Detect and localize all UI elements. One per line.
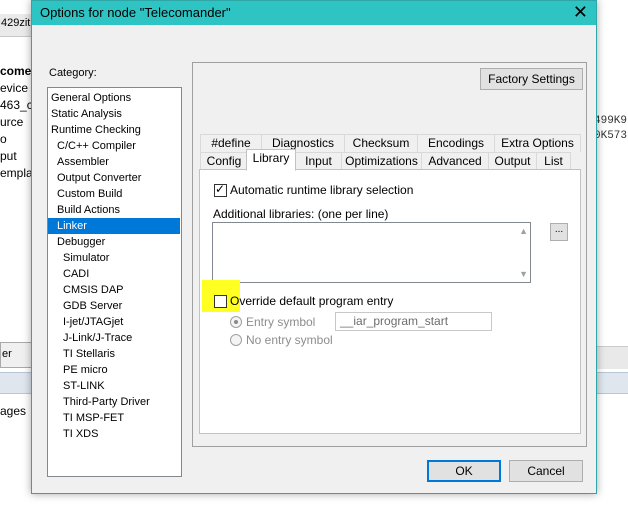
tab-input[interactable]: Input	[295, 152, 342, 170]
scroll-down-icon[interactable]: ▼	[519, 269, 528, 279]
dialog-title: Options for node "Telecomander"	[40, 5, 231, 20]
background-right-bar	[596, 346, 628, 369]
category-item[interactable]: PE micro	[48, 362, 194, 378]
category-item[interactable]: TI Stellaris	[48, 346, 194, 362]
background-line: ages	[0, 404, 27, 418]
tab-output[interactable]: Output	[488, 152, 537, 170]
background-line: empla	[0, 166, 33, 180]
category-item[interactable]: TI XDS	[48, 426, 194, 442]
factory-settings-button[interactable]: Factory Settings	[480, 68, 583, 90]
override-entry-checkbox[interactable]	[214, 295, 227, 308]
tab-list[interactable]: List	[536, 152, 571, 170]
category-label: Category:	[49, 67, 97, 79]
browse-button[interactable]: ...	[550, 223, 568, 241]
category-item[interactable]: C/C++ Compiler	[48, 138, 188, 154]
background-line: urce	[0, 115, 24, 129]
category-item[interactable]: Debugger	[48, 234, 188, 250]
category-item[interactable]: Simulator	[48, 250, 194, 266]
background-line: evice	[0, 81, 29, 95]
additional-libraries-input[interactable]: ▲ ▼	[212, 222, 531, 283]
category-item[interactable]: J-Link/J-Trace	[48, 330, 194, 346]
category-item[interactable]: Third-Party Driver	[48, 394, 194, 410]
library-tab-page: Automatic runtime library selection Addi…	[199, 169, 581, 434]
category-list[interactable]: General Options Static Analysis Runtime …	[47, 87, 182, 477]
cancel-button[interactable]: Cancel	[509, 460, 583, 482]
category-item[interactable]: Static Analysis	[48, 106, 182, 122]
additional-libraries-label: Additional libraries: (one per line)	[213, 207, 389, 221]
category-item[interactable]: GDB Server	[48, 298, 194, 314]
no-entry-symbol-label: No entry symbol	[246, 333, 333, 347]
background-line: put	[0, 149, 17, 163]
entry-symbol-radio[interactable]	[230, 316, 242, 328]
category-item[interactable]: TI MSP-FET	[48, 410, 194, 426]
category-item[interactable]: CADI	[48, 266, 194, 282]
category-item[interactable]: Output Converter	[48, 170, 188, 186]
entry-symbol-label: Entry symbol	[246, 315, 316, 329]
override-entry-label: Override default program entry	[230, 294, 394, 308]
background-line: o	[0, 132, 7, 146]
tab-encodings[interactable]: Encodings	[417, 134, 495, 152]
auto-runtime-checkbox[interactable]	[214, 182, 227, 197]
category-item[interactable]: ST-LINK	[48, 378, 194, 394]
background-line: come	[0, 64, 32, 78]
background-line: 463_c	[0, 98, 33, 112]
auto-runtime-label: Automatic runtime library selection	[230, 183, 414, 197]
category-item-linker[interactable]: Linker	[48, 218, 180, 234]
category-item[interactable]: CMSIS DAP	[48, 282, 194, 298]
category-item[interactable]: Assembler	[48, 154, 188, 170]
entry-symbol-field[interactable]: __iar_program_start	[335, 312, 492, 331]
tab-library[interactable]: Library	[246, 149, 296, 171]
category-item[interactable]: General Options	[48, 90, 182, 106]
tab-advanced[interactable]: Advanced	[421, 152, 489, 170]
tab-extra-options[interactable]: Extra Options	[494, 134, 581, 152]
background-bar-label: er	[2, 348, 12, 360]
category-item[interactable]: Runtime Checking	[48, 122, 182, 138]
background-tab-label: 429zit	[1, 17, 31, 29]
background-right-line: 499K9	[594, 115, 628, 127]
category-item[interactable]: I-jet/JTAGjet	[48, 314, 194, 330]
category-item[interactable]: Custom Build	[48, 186, 188, 202]
tab-optimizations[interactable]: Optimizations	[341, 152, 422, 170]
no-entry-symbol-radio[interactable]	[230, 334, 242, 346]
background-right-line: 0K573	[594, 130, 628, 142]
options-dialog: Options for node "Telecomander" ✕ Catego…	[31, 0, 597, 494]
close-icon[interactable]: ✕	[573, 2, 588, 23]
category-item[interactable]: Build Actions	[48, 202, 188, 218]
ok-button[interactable]: OK	[427, 460, 501, 482]
scroll-up-icon[interactable]: ▲	[519, 226, 528, 236]
title-bar[interactable]: Options for node "Telecomander" ✕	[32, 1, 596, 25]
tab-config[interactable]: Config	[200, 152, 248, 170]
tab-checksum[interactable]: Checksum	[344, 134, 418, 152]
